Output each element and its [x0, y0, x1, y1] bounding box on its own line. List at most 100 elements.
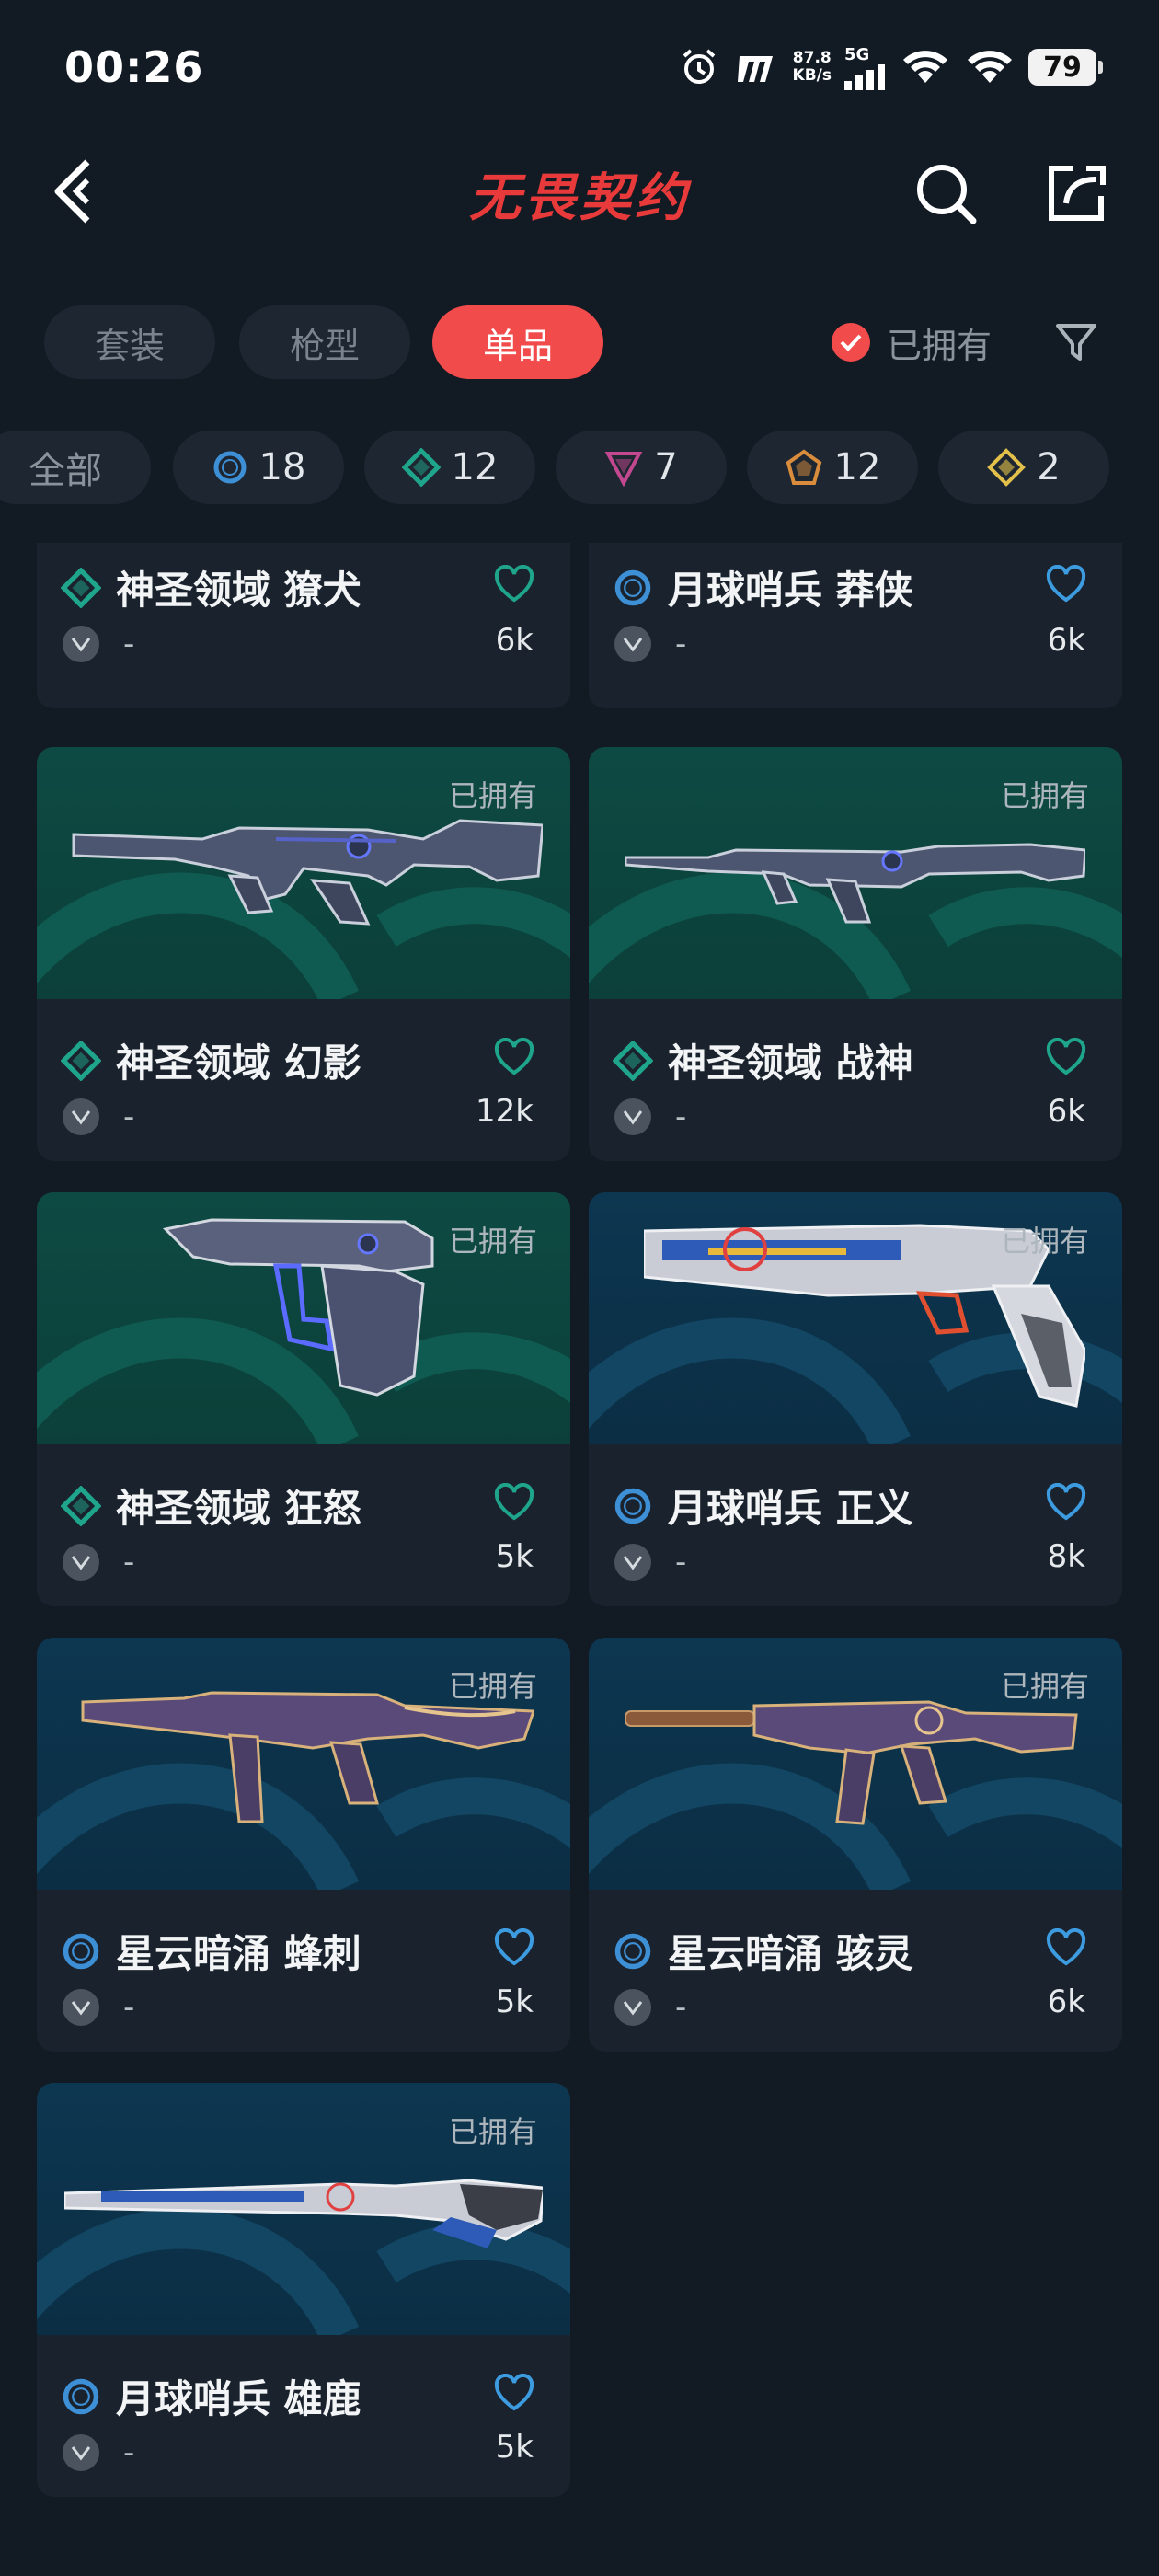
premium-tier-icon: [604, 452, 643, 487]
status-bar: 00:26 87.8 KB/s 5G 79: [0, 0, 1159, 138]
favorite-count: 6k: [1047, 1093, 1085, 1130]
deluxe-tier-icon: [61, 1485, 101, 1526]
item-card[interactable]: 已拥有 神圣领域 狂怒 - 5k: [37, 1192, 570, 1606]
tab-single-item[interactable]: 单品: [432, 305, 603, 379]
item-name: 星云暗涌 骇灵: [668, 1931, 913, 1976]
favorite-count: 6k: [495, 622, 534, 659]
owned-badge: 已拥有: [448, 1669, 537, 1704]
heart-icon: [1046, 1483, 1086, 1521]
owned-filter-label: 已拥有: [887, 325, 993, 366]
clock: 00:26: [64, 42, 204, 92]
item-price: -: [123, 1098, 135, 1135]
item-name: 神圣领域 幻影: [116, 1041, 361, 1086]
tier-chip-premium[interactable]: 7: [556, 431, 727, 504]
heart-icon: [494, 565, 534, 603]
owned-badge: 已拥有: [448, 1224, 537, 1259]
item-card[interactable]: 已拥有 神圣领域 战神 - 6k: [589, 747, 1122, 1161]
item-grid: 神圣领域 獠犬 - 6k 月球哨兵 莽侠 - 6k 已拥有 神圣领域 幻影 - …: [0, 543, 1159, 2576]
tier-filter-row: 全部 18 12 7 12 2: [0, 431, 1159, 508]
pistol-image: [162, 1218, 434, 1397]
favorite-button[interactable]: [493, 1036, 535, 1078]
item-name: 月球哨兵 莽侠: [668, 568, 913, 613]
favorite-button[interactable]: [1045, 1036, 1087, 1078]
item-image: 已拥有: [37, 1192, 570, 1444]
wifi-icon-secondary: [968, 51, 1012, 83]
tier-chip-select[interactable]: 18: [173, 431, 344, 504]
heart-icon: [494, 1928, 534, 1966]
heart-icon: [1046, 565, 1086, 603]
ultra-tier-icon: [786, 449, 821, 485]
item-price: -: [675, 1544, 687, 1581]
share-icon: [1049, 166, 1106, 221]
favorite-count: 5k: [495, 1984, 534, 2020]
item-image: 已拥有: [589, 1638, 1122, 1890]
item-image: 已拥有: [37, 747, 570, 999]
select-tier-icon: [63, 1933, 99, 1969]
vp-currency-icon: [63, 1098, 99, 1135]
item-name: 月球哨兵 正义: [668, 1486, 913, 1531]
vp-currency-icon: [63, 1989, 99, 2026]
item-name: 月球哨兵 雄鹿: [116, 2376, 361, 2421]
favorite-button[interactable]: [1045, 1481, 1087, 1524]
item-price: -: [123, 1989, 135, 2026]
item-image: 已拥有: [589, 747, 1122, 999]
network-speed: 87.8 KB/s: [792, 49, 832, 85]
favorite-count: 8k: [1047, 1538, 1085, 1575]
owned-badge: 已拥有: [1000, 778, 1089, 813]
item-card[interactable]: 已拥有 月球哨兵 正义 - 8k: [589, 1192, 1122, 1606]
deluxe-tier-icon: [61, 567, 101, 608]
tab-weapon-type[interactable]: 枪型: [239, 305, 410, 379]
alarm-icon: [683, 49, 715, 84]
owned-badge: 已拥有: [448, 778, 537, 813]
cell-signal-icon: 5G: [844, 45, 887, 90]
heart-icon: [494, 2374, 534, 2411]
heart-icon: [494, 1483, 534, 1521]
heart-icon: [1046, 1038, 1086, 1075]
tier-chip-ultra[interactable]: 12: [747, 431, 918, 504]
search-button[interactable]: [909, 156, 982, 230]
funnel-icon: [1056, 324, 1096, 361]
vp-currency-icon: [63, 626, 99, 662]
item-image: 已拥有: [589, 1192, 1122, 1444]
tab-bundle[interactable]: 套装: [44, 305, 215, 379]
item-card[interactable]: 已拥有 星云暗涌 蜂刺 - 5k: [37, 1638, 570, 2052]
item-name: 神圣领域 战神: [668, 1041, 913, 1086]
tier-chip-all[interactable]: 全部: [0, 431, 151, 504]
item-card[interactable]: 神圣领域 獠犬 - 6k: [37, 543, 570, 708]
filter-button[interactable]: [1049, 315, 1104, 370]
item-card[interactable]: 月球哨兵 莽侠 - 6k: [589, 543, 1122, 708]
favorite-button[interactable]: [1045, 1926, 1087, 1969]
app-header: 无畏契约: [0, 138, 1159, 248]
tier-chip-exclusive[interactable]: 2: [938, 431, 1109, 504]
item-card[interactable]: 已拥有 月球哨兵 雄鹿 - 5k: [37, 2083, 570, 2497]
favorite-button[interactable]: [493, 1481, 535, 1524]
check-icon: [832, 323, 870, 362]
app-notification-icon: [737, 56, 773, 82]
owned-filter-toggle[interactable]: 已拥有: [832, 305, 992, 379]
item-image: 已拥有: [37, 1638, 570, 1890]
heart-icon: [1046, 1928, 1086, 1966]
item-price: -: [123, 1544, 135, 1581]
item-price: -: [123, 2434, 135, 2471]
item-card[interactable]: 已拥有 神圣领域 幻影 - 12k: [37, 747, 570, 1161]
favorite-button[interactable]: [493, 563, 535, 605]
tier-chip-deluxe[interactable]: 12: [364, 431, 535, 504]
shotgun-image: [64, 2179, 543, 2248]
favorite-button[interactable]: [493, 2372, 535, 2414]
deluxe-tier-icon: [61, 1040, 101, 1081]
item-price: -: [675, 626, 687, 662]
item-price: -: [675, 1989, 687, 2026]
item-card[interactable]: 已拥有 星云暗涌 骇灵 - 6k: [589, 1638, 1122, 2052]
wifi-icon: [903, 51, 947, 83]
app-title: 无畏契约: [469, 168, 690, 228]
select-tier-icon: [614, 1488, 651, 1524]
item-image: 已拥有: [37, 2083, 570, 2335]
share-button[interactable]: [1039, 156, 1113, 230]
favorite-button[interactable]: [1045, 563, 1087, 605]
favorite-button[interactable]: [493, 1926, 535, 1969]
favorite-count: 6k: [1047, 622, 1085, 659]
select-tier-icon: [614, 569, 651, 605]
smg-image: [625, 1700, 1078, 1825]
exclusive-tier-icon: [987, 448, 1027, 487]
vp-currency-icon: [614, 1544, 651, 1581]
